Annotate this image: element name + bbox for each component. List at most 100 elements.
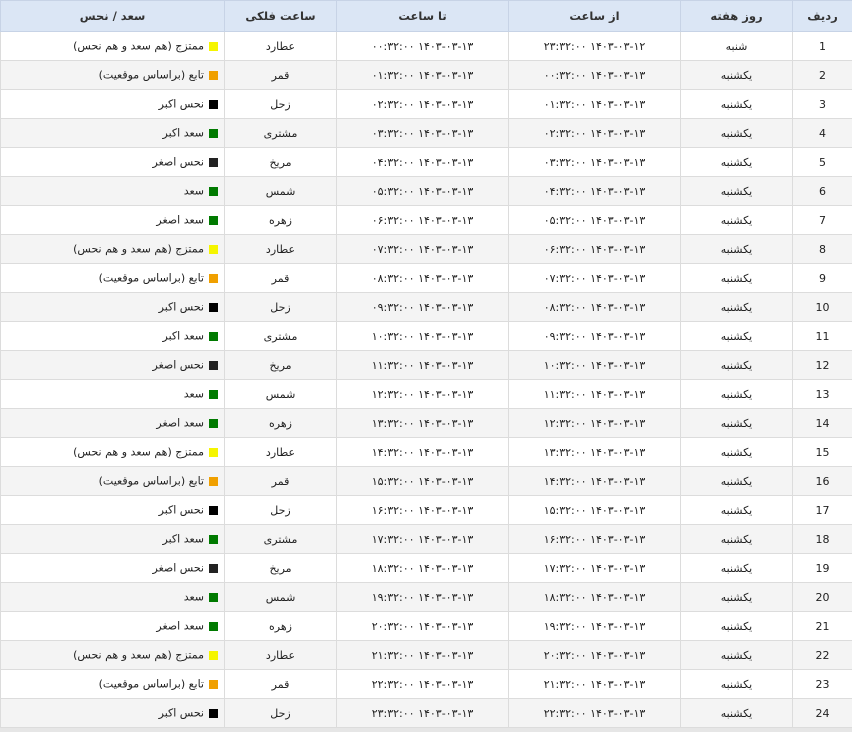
status-cell: ممتزج (هم سعد و هم نحس) <box>0 640 225 670</box>
status-color-swatch <box>209 708 218 718</box>
from-time-cell: ۱۴۰۳-۰۳-۱۳ ۱۱:۳۲:۰۰ <box>508 379 681 409</box>
from-time-cell: ۱۴۰۳-۰۳-۱۳ ۱۴:۳۲:۰۰ <box>508 466 681 496</box>
weekday-cell: یکشنبه <box>680 147 793 177</box>
status-color-swatch <box>209 534 218 544</box>
row-number-cell: 22 <box>792 640 852 670</box>
status-cell: نحس اصغر <box>0 147 225 177</box>
from-time-cell: ۱۴۰۳-۰۳-۱۳ ۰۹:۳۲:۰۰ <box>508 321 681 351</box>
to-time-cell: ۱۴۰۳-۰۳-۱۳ ۰۴:۳۲:۰۰ <box>336 147 509 177</box>
status-color-swatch <box>209 621 218 631</box>
weekday-cell: یکشنبه <box>680 611 793 641</box>
planetary-hour-cell: زحل <box>224 89 337 119</box>
from-time-cell: ۱۴۰۳-۰۳-۱۳ ۱۰:۳۲:۰۰ <box>508 350 681 380</box>
status-color-swatch <box>209 302 218 312</box>
table-row: 9 یکشنبه ۱۴۰۳-۰۳-۱۳ ۰۷:۳۲:۰۰ ۱۴۰۳-۰۳-۱۳ ۰۸:… <box>0 263 852 293</box>
to-time-cell: ۱۴۰۳-۰۳-۱۳ ۰۵:۳۲:۰۰ <box>336 176 509 206</box>
table-row: 5 یکشنبه ۱۴۰۳-۰۳-۱۳ ۰۳:۳۲:۰۰ ۱۴۰۳-۰۳-۱۳ ۰۴:… <box>0 147 852 177</box>
status-color-swatch <box>209 244 218 254</box>
weekday-cell: یکشنبه <box>680 582 793 612</box>
to-time-cell: ۱۴۰۳-۰۳-۱۳ ۰۶:۳۲:۰۰ <box>336 205 509 235</box>
table-row: 1 شنبه ۱۴۰۳-۰۳-۱۲ ۲۳:۳۲:۰۰ ۱۴۰۳-۰۳-۱۳ ۰۰:۳۲… <box>0 31 852 61</box>
status-cell: ممتزج (هم سعد و هم نحس) <box>0 437 225 467</box>
from-time-cell: ۱۴۰۳-۰۳-۱۳ ۰۲:۳۲:۰۰ <box>508 118 681 148</box>
status-label: تابع (براساس موقعیت) <box>98 677 204 691</box>
status-label: سعد اکبر <box>162 126 204 140</box>
planetary-hour-cell: شمس <box>224 176 337 206</box>
table-row: 20 یکشنبه ۱۴۰۳-۰۳-۱۳ ۱۸:۳۲:۰۰ ۱۴۰۳-۰۳-۱۳ ۱۹… <box>0 582 852 612</box>
planetary-hour-cell: زهره <box>224 205 337 235</box>
table-row: 23 یکشنبه ۱۴۰۳-۰۳-۱۳ ۲۱:۳۲:۰۰ ۱۴۰۳-۰۳-۱۳ ۲۲… <box>0 669 852 699</box>
planetary-hour-cell: زهره <box>224 611 337 641</box>
status-color-swatch <box>209 650 218 660</box>
row-number-cell: 5 <box>792 147 852 177</box>
to-time-cell: ۱۴۰۳-۰۳-۱۳ ۲۰:۳۲:۰۰ <box>336 611 509 641</box>
planetary-hour-cell: قمر <box>224 263 337 293</box>
planetary-hour-cell: عطارد <box>224 640 337 670</box>
status-label: نحس اصغر <box>152 155 204 169</box>
status-color-swatch <box>209 592 218 602</box>
row-number-cell: 14 <box>792 408 852 438</box>
status-cell: تابع (براساس موقعیت) <box>0 669 225 699</box>
row-number-cell: 24 <box>792 698 852 728</box>
table-header: ردیف روز هفته از ساعت تا ساعت ساعت فلکی … <box>0 0 852 32</box>
from-time-cell: ۱۴۰۳-۰۳-۱۳ ۱۵:۳۲:۰۰ <box>508 495 681 525</box>
from-time-cell: ۱۴۰۳-۰۳-۱۳ ۰۳:۳۲:۰۰ <box>508 147 681 177</box>
from-time-cell: ۱۴۰۳-۰۳-۱۳ ۰۸:۳۲:۰۰ <box>508 292 681 322</box>
status-label: سعد اصغر <box>156 416 204 430</box>
to-time-cell: ۱۴۰۳-۰۳-۱۳ ۰۳:۳۲:۰۰ <box>336 118 509 148</box>
status-cell: تابع (براساس موقعیت) <box>0 263 225 293</box>
from-time-cell: ۱۴۰۳-۰۳-۱۳ ۲۰:۳۲:۰۰ <box>508 640 681 670</box>
table-row: 12 یکشنبه ۱۴۰۳-۰۳-۱۳ ۱۰:۳۲:۰۰ ۱۴۰۳-۰۳-۱۳ ۱۱… <box>0 350 852 380</box>
row-number-cell: 16 <box>792 466 852 496</box>
status-cell: نحس اصغر <box>0 350 225 380</box>
weekday-cell: یکشنبه <box>680 89 793 119</box>
weekday-cell: یکشنبه <box>680 205 793 235</box>
status-color-swatch <box>209 563 218 573</box>
table-row: 14 یکشنبه ۱۴۰۳-۰۳-۱۳ ۱۲:۳۲:۰۰ ۱۴۰۳-۰۳-۱۳ ۱۳… <box>0 408 852 438</box>
status-label: سعد <box>183 590 204 604</box>
table-row: 3 یکشنبه ۱۴۰۳-۰۳-۱۳ ۰۱:۳۲:۰۰ ۱۴۰۳-۰۳-۱۳ ۰۲:… <box>0 89 852 119</box>
table-body: 1 شنبه ۱۴۰۳-۰۳-۱۲ ۲۳:۳۲:۰۰ ۱۴۰۳-۰۳-۱۳ ۰۰:۳۲… <box>0 31 852 728</box>
planetary-hour-cell: زحل <box>224 292 337 322</box>
from-time-cell: ۱۴۰۳-۰۳-۱۳ ۱۸:۳۲:۰۰ <box>508 582 681 612</box>
weekday-cell: یکشنبه <box>680 350 793 380</box>
table-row: 15 یکشنبه ۱۴۰۳-۰۳-۱۳ ۱۳:۳۲:۰۰ ۱۴۰۳-۰۳-۱۳ ۱۴… <box>0 437 852 467</box>
from-time-cell: ۱۴۰۳-۰۳-۱۲ ۲۳:۳۲:۰۰ <box>508 31 681 61</box>
weekday-cell: یکشنبه <box>680 669 793 699</box>
to-time-cell: ۱۴۰۳-۰۳-۱۳ ۲۲:۳۲:۰۰ <box>336 669 509 699</box>
planetary-hour-cell: مریخ <box>224 553 337 583</box>
planetary-hour-cell: زحل <box>224 495 337 525</box>
weekday-cell: شنبه <box>680 31 793 61</box>
status-label: نحس اصغر <box>152 561 204 575</box>
row-number-cell: 11 <box>792 321 852 351</box>
to-time-cell: ۱۴۰۳-۰۳-۱۳ ۰۱:۳۲:۰۰ <box>336 60 509 90</box>
status-color-swatch <box>209 476 218 486</box>
from-time-cell: ۱۴۰۳-۰۳-۱۳ ۰۱:۳۲:۰۰ <box>508 89 681 119</box>
table-row: 10 یکشنبه ۱۴۰۳-۰۳-۱۳ ۰۸:۳۲:۰۰ ۱۴۰۳-۰۳-۱۳ ۰۹… <box>0 292 852 322</box>
to-time-cell: ۱۴۰۳-۰۳-۱۳ ۱۱:۳۲:۰۰ <box>336 350 509 380</box>
planetary-hour-cell: قمر <box>224 60 337 90</box>
planetary-hour-cell: عطارد <box>224 31 337 61</box>
row-number-cell: 10 <box>792 292 852 322</box>
status-cell: نحس اکبر <box>0 292 225 322</box>
status-color-swatch <box>209 128 218 138</box>
row-number-cell: 12 <box>792 350 852 380</box>
row-number-cell: 18 <box>792 524 852 554</box>
planetary-hour-cell: قمر <box>224 466 337 496</box>
table-row: 24 یکشنبه ۱۴۰۳-۰۳-۱۳ ۲۲:۳۲:۰۰ ۱۴۰۳-۰۳-۱۳ ۲۳… <box>0 698 852 728</box>
row-number-cell: 1 <box>792 31 852 61</box>
to-time-cell: ۱۴۰۳-۰۳-۱۳ ۰۷:۳۲:۰۰ <box>336 234 509 264</box>
to-time-cell: ۱۴۰۳-۰۳-۱۳ ۱۰:۳۲:۰۰ <box>336 321 509 351</box>
to-time-cell: ۱۴۰۳-۰۳-۱۳ ۲۳:۳۲:۰۰ <box>336 698 509 728</box>
to-time-cell: ۱۴۰۳-۰۳-۱۳ ۲۱:۳۲:۰۰ <box>336 640 509 670</box>
weekday-cell: یکشنبه <box>680 553 793 583</box>
to-time-cell: ۱۴۰۳-۰۳-۱۳ ۰۰:۳۲:۰۰ <box>336 31 509 61</box>
planetary-hour-cell: قمر <box>224 669 337 699</box>
status-cell: نحس اصغر <box>0 553 225 583</box>
to-time-cell: ۱۴۰۳-۰۳-۱۳ ۱۵:۳۲:۰۰ <box>336 466 509 496</box>
status-label: تابع (براساس موقعیت) <box>98 474 204 488</box>
weekday-cell: یکشنبه <box>680 263 793 293</box>
to-time-cell: ۱۴۰۳-۰۳-۱۳ ۰۸:۳۲:۰۰ <box>336 263 509 293</box>
status-cell: سعد <box>0 582 225 612</box>
status-cell: سعد اصغر <box>0 408 225 438</box>
